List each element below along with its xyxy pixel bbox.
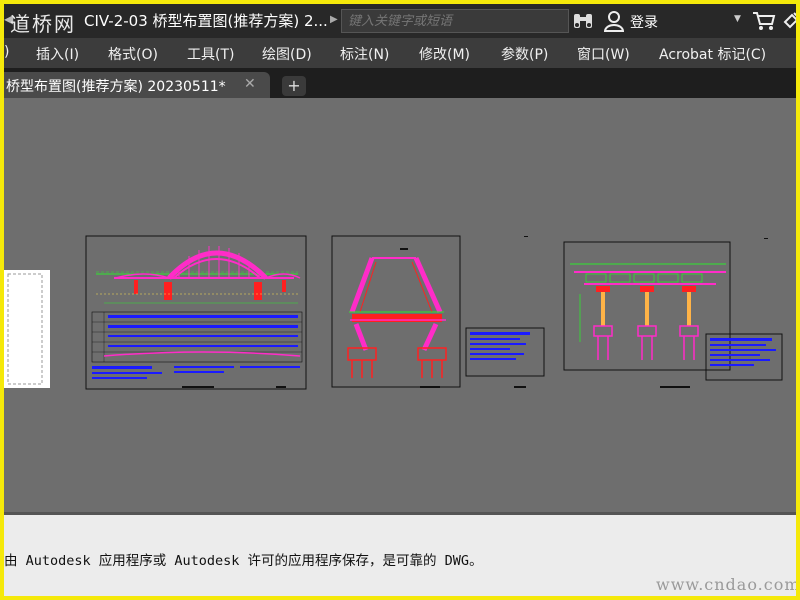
autocad-window: ◀ 道桥网 CIV-2-03 桥型布置图(推荐方案) 2... ▶ 登录 ▼ [4, 4, 796, 596]
menu-item-window[interactable]: 窗口(W) [577, 44, 630, 64]
title-bar: ◀ 道桥网 CIV-2-03 桥型布置图(推荐方案) 2... ▶ 登录 ▼ [4, 4, 796, 38]
cad-notes-box [465, 236, 545, 388]
layout-sheet [4, 270, 50, 388]
chevron-right-icon[interactable]: ▶ [330, 14, 338, 25]
menu-item-acrobat[interactable]: Acrobat 标记(C) [659, 44, 766, 64]
file-tab-bar: 桥型布置图(推荐方案) 20230511* ✕ + [4, 68, 796, 98]
close-icon[interactable]: ✕ [244, 76, 256, 92]
menu-item-format[interactable]: 格式(O) [108, 44, 158, 64]
menu-item-modify[interactable]: 修改(M) [419, 44, 470, 64]
tab-active-drawing[interactable]: 桥型布置图(推荐方案) 20230511* ✕ [4, 72, 270, 98]
dwg-trust-message: 由 Autodesk 应用程序或 Autodesk 许可的应用程序保存，是可靠的… [4, 553, 483, 569]
tab-label: 桥型布置图(推荐方案) 20230511* [6, 79, 226, 95]
app-logo: 道桥网 [10, 12, 76, 36]
document-title: CIV-2-03 桥型布置图(推荐方案) 2... [84, 12, 328, 30]
cad-sheet-elevation [85, 235, 307, 390]
menu-item-dimension[interactable]: 标注(N) [340, 44, 389, 64]
cad-notes-box-2 [705, 238, 783, 381]
login-link[interactable]: 登录 [630, 12, 658, 32]
cad-sheet-pier-elevation [563, 241, 731, 388]
menu-item-truncated[interactable]: ) [4, 44, 9, 60]
chevron-down-icon[interactable]: ▼ [734, 14, 741, 24]
cad-sheet-cross-section [331, 235, 461, 388]
drawing-canvas[interactable] [4, 98, 796, 512]
watermark: www.cndao.com [656, 575, 796, 594]
menu-item-insert[interactable]: 插入(I) [36, 44, 79, 64]
cart-icon[interactable] [752, 11, 776, 31]
plus-icon[interactable]: + [282, 76, 306, 96]
search-input[interactable] [341, 9, 569, 33]
menu-bar: ) 插入(I) 格式(O) 工具(T) 绘图(D) 标注(N) 修改(M) 参数… [4, 38, 796, 68]
command-status-area: 由 Autodesk 应用程序或 Autodesk 许可的应用程序保存，是可靠的… [4, 512, 796, 596]
menu-item-tools[interactable]: 工具(T) [187, 44, 234, 64]
user-icon[interactable] [604, 10, 624, 32]
menu-item-parametric[interactable]: 参数(P) [501, 44, 548, 64]
menu-item-draw[interactable]: 绘图(D) [262, 44, 312, 64]
satellite-icon[interactable] [782, 10, 796, 32]
binoculars-icon[interactable] [572, 11, 594, 31]
